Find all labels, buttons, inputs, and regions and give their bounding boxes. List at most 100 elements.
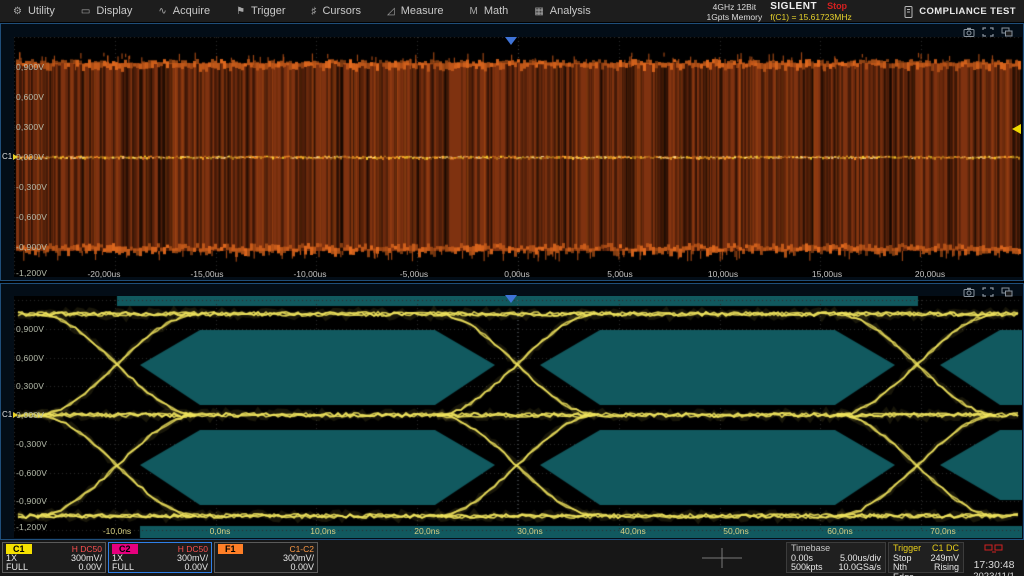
- menu-math-label: Math: [484, 5, 508, 17]
- window-toolbar: [963, 27, 1013, 37]
- menu-analysis[interactable]: ▦ Analysis: [521, 0, 603, 22]
- trigger-box[interactable]: TriggerC1 DC Stop249mV Nth EdgeRising: [888, 542, 964, 573]
- time-label: 30,0ns: [517, 526, 543, 536]
- channel-box-c1[interactable]: C1H DC50 1X300mV/ FULL0.00V: [2, 542, 106, 573]
- channel-box-c2[interactable]: C2H DC50 1X300mV/ FULL0.00V: [108, 542, 212, 573]
- time-label: 0,0ns: [210, 526, 231, 536]
- status-bar: C1H DC50 1X300mV/ FULL0.00V C2H DC50 1X3…: [0, 540, 1024, 576]
- timebase-samplerate: 10.0GSa/s: [838, 563, 881, 573]
- time-label: -20,00us: [87, 269, 120, 279]
- trigger-position-marker[interactable]: [505, 37, 517, 45]
- volt-label: 0,000V: [16, 410, 44, 420]
- menu-measure-label: Measure: [401, 5, 444, 17]
- network-icon: [984, 544, 1004, 554]
- channel-marker-arrow-icon: [13, 412, 18, 418]
- gear-icon: ⚙: [13, 6, 22, 17]
- volt-label: -0,600V: [16, 212, 47, 222]
- time-label: 10,0ns: [310, 526, 336, 536]
- memory-label: 1Gpts Memory: [706, 12, 762, 22]
- volt-label: -1,200V: [16, 522, 47, 532]
- document-icon: [904, 6, 913, 18]
- bandwidth-c1: FULL: [6, 563, 28, 572]
- hardware-info: 4GHz 12Bit 1Gpts Memory: [706, 2, 770, 22]
- date-display: 2023/11/1: [966, 571, 1022, 576]
- volt-label: -0,600V: [16, 468, 47, 478]
- volt-label: -0,300V: [16, 182, 47, 192]
- offset-c1: 0.00V: [78, 563, 102, 572]
- crosshair-handle[interactable]: [700, 546, 744, 570]
- eye-diagram-window: C1 0,900V0,600V0,300V0,000V-0,300V-0,600…: [0, 283, 1024, 540]
- swap-window-icon[interactable]: [1001, 287, 1013, 297]
- time-label: 15,00us: [812, 269, 842, 279]
- time-label: 10,00us: [708, 269, 738, 279]
- time-label: 0,00us: [504, 269, 530, 279]
- time-display: 17:30:48: [966, 559, 1022, 571]
- fullscreen-icon[interactable]: [982, 287, 994, 297]
- volt-label: 0,600V: [16, 353, 44, 363]
- camera-icon[interactable]: [963, 287, 975, 297]
- time-label: 5,00us: [607, 269, 633, 279]
- volt-label: 0,300V: [16, 381, 44, 391]
- timebase-box[interactable]: Timebase 0.00s5.00us/div 500kpts10.0GSa/…: [786, 542, 886, 573]
- chart-icon: ▦: [534, 6, 543, 17]
- window-toolbar: [963, 287, 1013, 297]
- menu-math[interactable]: M Math: [457, 0, 522, 22]
- brand-logo: SIGLENT: [770, 1, 817, 12]
- bandwidth-c2: FULL: [112, 563, 134, 572]
- time-label: 70,0ns: [930, 526, 956, 536]
- brand-block: SIGLENT Stop f(C1) = 15.61723MHz: [770, 1, 894, 22]
- compliance-test-button[interactable]: COMPLIANCE TEST: [894, 0, 1024, 23]
- time-label: 50,0ns: [723, 526, 749, 536]
- channel-offset-marker-c1[interactable]: C1: [2, 152, 18, 161]
- channel-marker-label: C1: [2, 410, 12, 419]
- volt-label: -0,900V: [16, 496, 47, 506]
- bandwidth-label: 4GHz 12Bit: [706, 2, 762, 12]
- flag-icon: ⚑: [236, 6, 245, 17]
- trigger-type: Nth Edge: [893, 563, 928, 576]
- menu-display[interactable]: ▭ Display: [68, 0, 146, 22]
- oscilloscope-screen: ⚙ Utility ▭ Display ∿ Acquire ⚑ Trigger ♯ Cur…: [0, 0, 1024, 576]
- trigger-level-marker[interactable]: [1012, 124, 1021, 134]
- volt-label: -0,300V: [16, 439, 47, 449]
- menu-display-label: Display: [96, 5, 132, 17]
- trigger-slope: Rising: [934, 563, 959, 576]
- time-label: 20,0ns: [414, 526, 440, 536]
- menu-utility-label: Utility: [28, 5, 55, 17]
- swap-window-icon[interactable]: [1001, 27, 1013, 37]
- eye-diagram-canvas[interactable]: [14, 296, 1022, 538]
- menu-acquire-label: Acquire: [173, 5, 210, 17]
- volt-label: 0,900V: [16, 62, 44, 72]
- display-icon: ▭: [81, 6, 90, 17]
- menu-cursors[interactable]: ♯ Cursors: [298, 0, 374, 22]
- main-waveform-canvas[interactable]: [14, 37, 1022, 277]
- header-right: 4GHz 12Bit 1Gpts Memory SIGLENT Stop f(C…: [706, 0, 1024, 23]
- time-label: -10,00us: [293, 269, 326, 279]
- volt-label: -1,200V: [16, 268, 47, 278]
- channel-offset-marker-c1[interactable]: C1: [2, 410, 18, 419]
- frequency-readout: f(C1) = 15.61723MHz: [770, 12, 888, 22]
- time-label: 40,0ns: [620, 526, 646, 536]
- menu-analysis-label: Analysis: [550, 5, 591, 17]
- waveform-icon: ∿: [158, 6, 166, 17]
- math-icon: M: [470, 6, 478, 17]
- fullscreen-icon[interactable]: [982, 27, 994, 37]
- menu-bar: ⚙ Utility ▭ Display ∿ Acquire ⚑ Trigger ♯ Cur…: [0, 0, 1024, 23]
- time-label: -5,00us: [400, 269, 428, 279]
- offset-f1: 0.00V: [290, 563, 314, 572]
- camera-icon[interactable]: [963, 27, 975, 37]
- volt-label: 0,300V: [16, 122, 44, 132]
- volt-label: 0,600V: [16, 92, 44, 102]
- menu-acquire[interactable]: ∿ Acquire: [145, 0, 223, 22]
- menu-utility[interactable]: ⚙ Utility: [0, 0, 68, 22]
- menu-cursors-label: Cursors: [322, 5, 361, 17]
- channel-marker-label: C1: [2, 152, 12, 161]
- channel-marker-arrow-icon: [13, 154, 18, 160]
- cursors-icon: ♯: [311, 6, 316, 17]
- clock-box[interactable]: 17:30:48 2023/11/1: [966, 541, 1022, 576]
- menu-trigger[interactable]: ⚑ Trigger: [223, 0, 298, 22]
- menu-trigger-label: Trigger: [251, 5, 285, 17]
- menu-measure[interactable]: ◿Measure: [374, 0, 457, 22]
- function-box-f1[interactable]: F1C1-C2 300mV/ 0.00V: [214, 542, 318, 573]
- offset-c2: 0.00V: [184, 563, 208, 572]
- trigger-position-marker[interactable]: [505, 295, 517, 303]
